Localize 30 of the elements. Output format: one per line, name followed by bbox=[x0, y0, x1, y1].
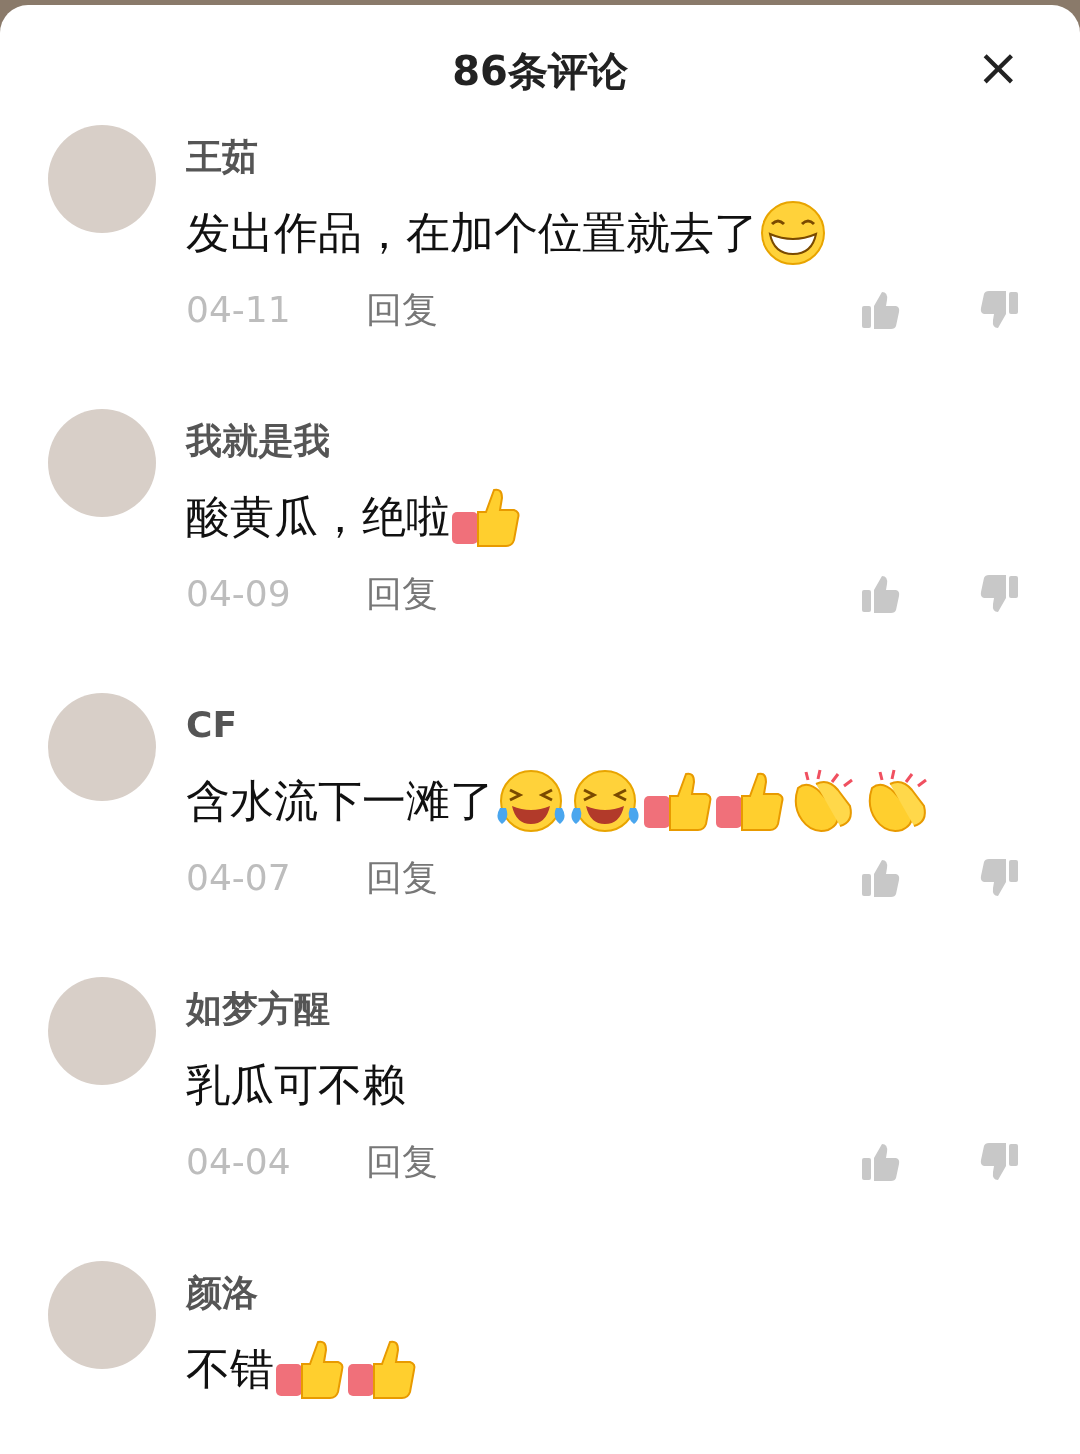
username[interactable]: 王茹 bbox=[186, 132, 1020, 182]
comment-text: 乳瓜可不赖 bbox=[186, 1058, 406, 1112]
like-icon[interactable] bbox=[860, 858, 900, 898]
comment-text: 发出作品，在加个位置就去了 bbox=[186, 206, 758, 260]
username[interactable]: 如梦方醒 bbox=[186, 984, 1020, 1034]
like-icon[interactable] bbox=[860, 290, 900, 330]
dislike-icon[interactable] bbox=[980, 858, 1020, 898]
reply-button[interactable]: 回复 bbox=[366, 283, 438, 337]
dislike-icon[interactable] bbox=[980, 1142, 1020, 1182]
dislike-icon[interactable] bbox=[980, 574, 1020, 614]
dislike-icon[interactable] bbox=[980, 290, 1020, 330]
comment-text: 不错 bbox=[186, 1342, 274, 1396]
comment-text: 含水流下一滩了 bbox=[186, 774, 494, 828]
comment-date: 04-11 bbox=[186, 288, 292, 332]
reply-button[interactable]: 回复 bbox=[366, 567, 438, 621]
comment-date: 04-07 bbox=[186, 856, 292, 900]
like-icon[interactable] bbox=[860, 574, 900, 614]
reply-button[interactable]: 回复 bbox=[366, 851, 438, 905]
username[interactable]: 颜洛 bbox=[186, 1268, 1020, 1318]
comment-date: 04-09 bbox=[186, 572, 292, 616]
like-icon[interactable] bbox=[860, 1142, 900, 1182]
comment-date: 04-04 bbox=[186, 1140, 292, 1184]
laughing-crying-emoji-icon bbox=[568, 768, 642, 834]
close-button[interactable]: × bbox=[976, 41, 1020, 93]
username[interactable]: CF bbox=[186, 700, 1020, 750]
username[interactable]: 我就是我 bbox=[186, 416, 1020, 466]
comment-count-title: 86条评论 bbox=[452, 46, 628, 96]
grinning-emoji-icon bbox=[758, 200, 828, 266]
reply-button[interactable]: 回复 bbox=[366, 1135, 438, 1189]
comment-text: 酸黄瓜，绝啦 bbox=[186, 490, 450, 544]
